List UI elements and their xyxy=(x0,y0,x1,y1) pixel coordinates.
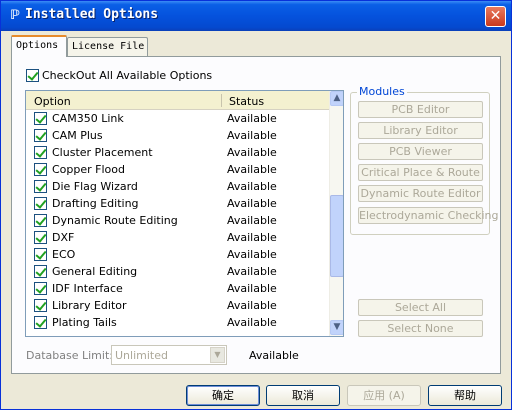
checkout-all-label[interactable]: CheckOut All Available Options xyxy=(42,69,212,82)
option-status: Available xyxy=(227,197,277,210)
list-item[interactable]: IDF Interface Available xyxy=(26,280,329,297)
option-name: Die Flag Wizard xyxy=(52,180,138,193)
option-name: DXF xyxy=(52,231,75,244)
checkbox-checked-icon[interactable] xyxy=(34,299,47,312)
ok-button[interactable]: 确定 xyxy=(186,385,260,406)
close-icon: ✕ xyxy=(489,8,502,24)
list-item[interactable]: Dynamic Route Editing Available xyxy=(26,212,329,229)
scroll-down-button[interactable]: ▼ xyxy=(330,320,343,335)
dynamic-route-editor-button[interactable]: Dynamic Route Editor xyxy=(358,185,483,202)
checkbox-checked-icon[interactable] xyxy=(26,68,39,82)
checkbox-checked-icon[interactable] xyxy=(34,231,47,244)
option-status: Available xyxy=(227,282,277,295)
list-item[interactable]: Plating Tails Available xyxy=(26,314,329,331)
option-name: ECO xyxy=(52,248,76,261)
option-status: Available xyxy=(227,231,277,244)
pcb-editor-button[interactable]: PCB Editor xyxy=(358,101,483,118)
checkbox-checked-icon[interactable] xyxy=(34,248,47,261)
tab-license-file[interactable]: License File xyxy=(67,37,148,56)
list-item[interactable]: ECO Available xyxy=(26,246,329,263)
option-name: CAM350 Link xyxy=(52,112,124,125)
database-limit-label: Database Limit: xyxy=(26,349,113,362)
option-status: Available xyxy=(227,299,277,312)
installed-options-dialog: ℙ Installed Options ✕ Options License Fi… xyxy=(0,0,512,410)
option-status: Available xyxy=(227,248,277,261)
modules-group-title: Modules xyxy=(357,85,407,98)
option-name: Drafting Editing xyxy=(52,197,139,210)
library-editor-button[interactable]: Library Editor xyxy=(358,122,483,139)
title-bar[interactable]: ℙ Installed Options ✕ xyxy=(1,1,511,31)
help-button[interactable]: 帮助 xyxy=(428,385,502,406)
option-status: Available xyxy=(227,163,277,176)
checkbox-checked-icon[interactable] xyxy=(34,282,47,295)
chevron-down-icon: ▼ xyxy=(333,322,341,332)
list-item[interactable]: Library Editor Available xyxy=(26,297,329,314)
select-all-button[interactable]: Select All xyxy=(358,299,483,316)
list-header: Option Status xyxy=(26,91,329,110)
database-limit-select[interactable]: Unlimited ▼ xyxy=(111,345,227,365)
window-title: Installed Options xyxy=(25,7,159,22)
checkbox-checked-icon[interactable] xyxy=(34,146,47,159)
list-item[interactable]: Die Flag Wizard Available xyxy=(26,178,329,195)
database-limit-value: Unlimited xyxy=(115,349,168,362)
list-rows: CAM350 Link Available CAM Plus Available Clu… xyxy=(26,110,329,331)
checkbox-checked-icon[interactable] xyxy=(34,265,47,278)
option-status: Available xyxy=(227,112,277,125)
option-name: Dynamic Route Editing xyxy=(52,214,178,227)
dropdown-arrow-icon[interactable]: ▼ xyxy=(210,347,225,363)
option-status: Available xyxy=(227,129,277,142)
column-separator[interactable] xyxy=(221,94,222,107)
option-name: Copper Flood xyxy=(52,163,125,176)
option-status: Available xyxy=(227,214,277,227)
close-button[interactable]: ✕ xyxy=(485,6,506,27)
list-item[interactable]: Cluster Placement Available xyxy=(26,144,329,161)
checkout-all-checkbox[interactable]: CheckOut All Available Options xyxy=(26,68,212,82)
list-item[interactable]: CAM350 Link Available xyxy=(26,110,329,127)
option-status: Available xyxy=(227,265,277,278)
scroll-up-button[interactable]: ▲ xyxy=(330,91,343,106)
electrodynamic-checking-button[interactable]: Electrodynamic Checking xyxy=(358,207,499,224)
chevron-up-icon: ▲ xyxy=(333,93,341,103)
vertical-scrollbar[interactable]: ▲ ▼ xyxy=(329,91,343,336)
option-name: Cluster Placement xyxy=(52,146,153,159)
app-icon: ℙ xyxy=(10,8,20,23)
option-name: IDF Interface xyxy=(52,282,123,295)
option-status: Available xyxy=(227,316,277,329)
checkbox-checked-icon[interactable] xyxy=(34,129,47,142)
list-item[interactable]: Copper Flood Available xyxy=(26,161,329,178)
column-header-option[interactable]: Option xyxy=(34,95,71,108)
checkbox-checked-icon[interactable] xyxy=(34,163,47,176)
list-item[interactable]: CAM Plus Available xyxy=(26,127,329,144)
checkbox-checked-icon[interactable] xyxy=(34,214,47,227)
checkbox-checked-icon[interactable] xyxy=(34,197,47,210)
tab-options[interactable]: Options xyxy=(11,35,67,57)
list-item[interactable]: DXF Available xyxy=(26,229,329,246)
option-status: Available xyxy=(227,180,277,193)
apply-button[interactable]: 应用 (A) xyxy=(347,385,421,406)
select-none-button[interactable]: Select None xyxy=(358,320,483,337)
column-header-status[interactable]: Status xyxy=(229,95,264,108)
option-name: Library Editor xyxy=(52,299,127,312)
option-name: CAM Plus xyxy=(52,129,103,142)
checkbox-checked-icon[interactable] xyxy=(34,112,47,125)
list-item[interactable]: Drafting Editing Available xyxy=(26,195,329,212)
pcb-viewer-button[interactable]: PCB Viewer xyxy=(358,143,483,160)
options-list[interactable]: Option Status CAM350 Link Available CAM Pl… xyxy=(25,90,344,337)
scroll-thumb[interactable] xyxy=(330,195,343,277)
option-name: General Editing xyxy=(52,265,138,278)
list-item[interactable]: General Editing Available xyxy=(26,263,329,280)
option-name: Plating Tails xyxy=(52,316,117,329)
cancel-button[interactable]: 取消 xyxy=(266,385,340,406)
critical-place-route-button[interactable]: Critical Place & Route xyxy=(358,164,483,181)
checkbox-checked-icon[interactable] xyxy=(34,180,47,193)
checkbox-checked-icon[interactable] xyxy=(34,316,47,329)
database-limit-status: Available xyxy=(249,349,299,362)
option-status: Available xyxy=(227,146,277,159)
